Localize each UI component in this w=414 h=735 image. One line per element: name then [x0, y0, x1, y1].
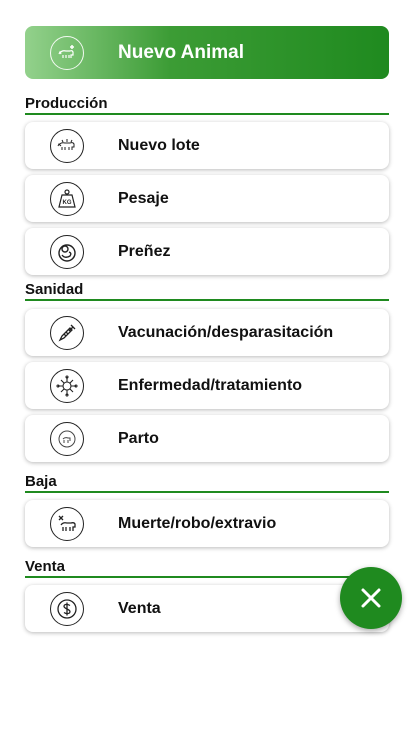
dead-animal-icon — [50, 506, 84, 541]
birth-icon — [50, 421, 84, 456]
new-animal-button[interactable]: Nuevo Animal — [25, 26, 389, 79]
death-theft-loss-button[interactable]: Muerte/robo/extravio — [25, 500, 389, 547]
syringe-icon — [50, 315, 84, 350]
birth-button[interactable]: Parto — [25, 415, 389, 462]
new-batch-button[interactable]: Nuevo lote — [25, 122, 389, 169]
section-sanidad-title: Sanidad — [25, 281, 389, 301]
dollar-icon — [50, 591, 84, 626]
pregnancy-button[interactable]: Preñez — [25, 228, 389, 275]
sale-button[interactable]: Venta — [25, 585, 389, 632]
death-theft-loss-label: Muerte/robo/extravio — [118, 514, 277, 532]
weighing-button[interactable]: KG Pesaje — [25, 175, 389, 222]
section-baja-title: Baja — [25, 473, 389, 493]
svg-text:KG: KG — [63, 200, 72, 206]
new-batch-label: Nuevo lote — [118, 136, 200, 154]
vaccination-button[interactable]: Vacunación/desparasitación — [25, 309, 389, 356]
weighing-label: Pesaje — [118, 189, 169, 207]
herd-icon — [50, 128, 84, 163]
close-icon — [360, 587, 382, 609]
pregnancy-icon — [50, 234, 84, 269]
section-produccion-title: Producción — [25, 95, 389, 115]
vaccination-label: Vacunación/desparasitación — [118, 323, 334, 341]
add-animal-icon — [50, 35, 84, 70]
new-animal-label: Nuevo Animal — [118, 41, 244, 63]
disease-button[interactable]: Enfermedad/tratamiento — [25, 362, 389, 409]
close-fab-button[interactable] — [340, 567, 402, 629]
section-venta-title: Venta — [25, 558, 389, 578]
pregnancy-label: Preñez — [118, 242, 171, 260]
birth-label: Parto — [118, 429, 159, 447]
sale-label: Venta — [118, 599, 161, 617]
disease-label: Enfermedad/tratamiento — [118, 376, 303, 394]
weight-icon: KG — [50, 181, 84, 216]
virus-icon — [50, 368, 84, 403]
